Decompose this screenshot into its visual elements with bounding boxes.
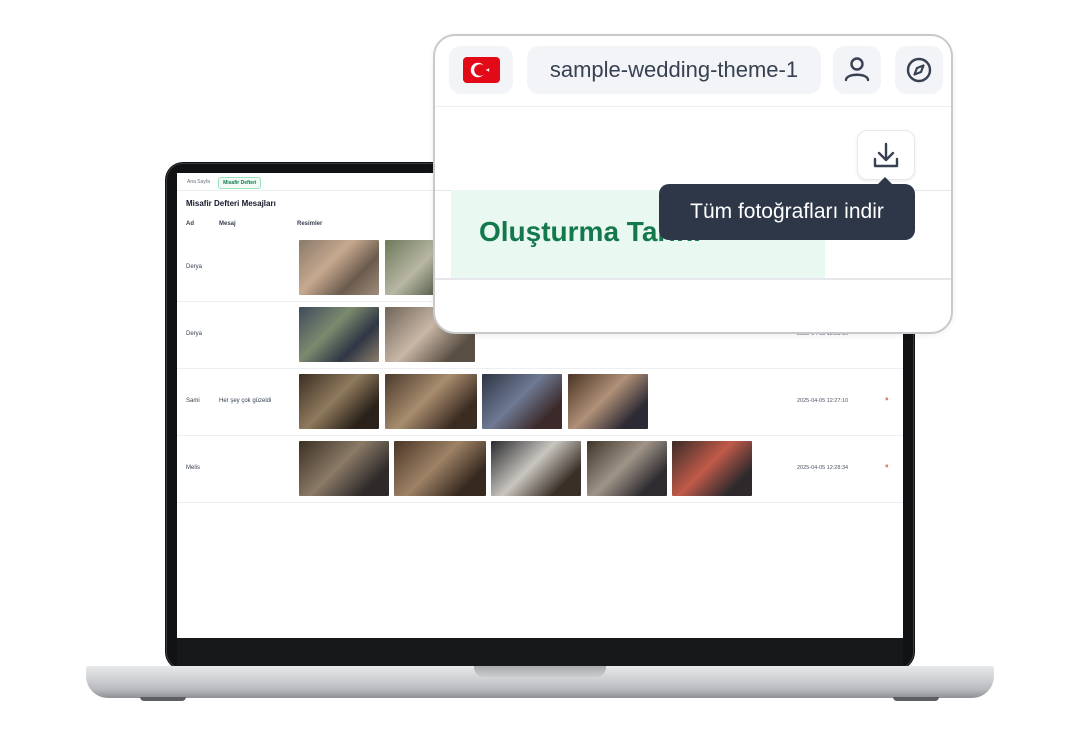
explore-button[interactable] xyxy=(895,46,943,94)
table-row: Melis 2025-04-05 12:28:34 × xyxy=(177,436,903,503)
guest-photo[interactable] xyxy=(394,441,486,496)
turkey-flag-icon xyxy=(463,57,500,83)
site-name-button[interactable]: sample-wedding-theme-1 xyxy=(527,46,821,94)
row-name: Melis xyxy=(186,465,201,471)
nav-tabs: Ana Sayfa Misafir Defteri xyxy=(183,177,262,189)
row-name: Derya xyxy=(186,331,203,337)
table-row: Sami Her şey çok güzeldi 2025-04-05 12:2… xyxy=(177,369,903,436)
tab-guestbook[interactable]: Misafir Defteri xyxy=(218,177,262,189)
compass-icon xyxy=(906,57,932,83)
row-date: 2025-04-05 12:28:34 xyxy=(797,465,849,471)
column-header-message: Mesaj xyxy=(219,221,236,227)
user-button[interactable] xyxy=(833,46,881,94)
user-icon xyxy=(844,57,870,82)
laptop-chin xyxy=(177,638,903,666)
language-button[interactable] xyxy=(449,46,513,94)
column-header-images: Resimler xyxy=(297,221,323,227)
page-title: Misafir Defteri Mesajları xyxy=(186,199,276,208)
laptop-notch xyxy=(474,666,606,677)
laptop-foot-left xyxy=(140,697,186,701)
tab-home[interactable]: Ana Sayfa xyxy=(183,177,214,189)
guest-photo[interactable] xyxy=(672,441,752,496)
laptop-foot-right xyxy=(893,697,939,701)
row-date: 2025-04-05 12:27:10 xyxy=(797,398,849,404)
guest-photo[interactable] xyxy=(299,307,379,362)
guest-photo[interactable] xyxy=(491,441,581,496)
download-icon xyxy=(873,142,899,168)
delete-icon[interactable]: × xyxy=(885,397,889,403)
row-name: Sami xyxy=(186,398,200,404)
guest-photo[interactable] xyxy=(299,374,379,429)
column-header-name: Ad xyxy=(186,221,194,227)
guest-photo[interactable] xyxy=(482,374,562,429)
download-tooltip: Tüm fotoğrafları indir xyxy=(659,184,915,240)
header-divider xyxy=(435,106,951,107)
row-name: Derya xyxy=(186,264,203,270)
table-border-bottom xyxy=(435,278,951,280)
delete-icon[interactable]: × xyxy=(885,464,889,470)
guest-photo[interactable] xyxy=(587,441,667,496)
tooltip-arrow xyxy=(878,177,892,184)
guest-photo[interactable] xyxy=(385,374,477,429)
download-all-button[interactable] xyxy=(857,130,915,180)
guest-photo[interactable] xyxy=(299,240,379,295)
guest-photo[interactable] xyxy=(568,374,648,429)
guest-photo[interactable] xyxy=(299,441,389,496)
row-message: Her şey çok güzeldi xyxy=(219,398,272,404)
zoom-callout: sample-wedding-theme-1 Oluşturma Tarihi … xyxy=(433,34,953,334)
